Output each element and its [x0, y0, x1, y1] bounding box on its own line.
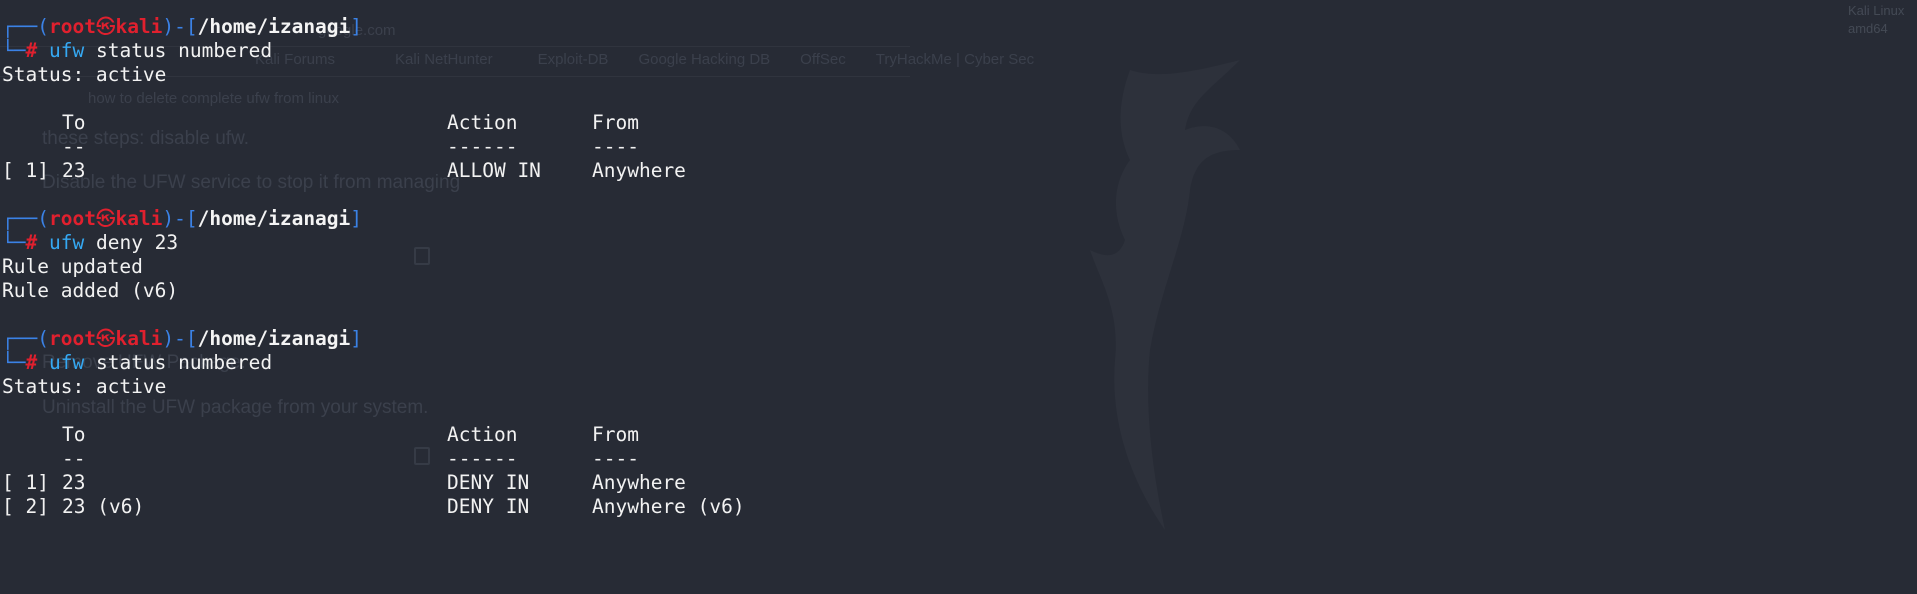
command-line: └─# ufw status numbered: [2, 351, 745, 375]
rule-from: Anywhere (v6): [592, 495, 745, 518]
prompt-user: root: [48, 15, 96, 38]
table-header: To Action From: [2, 423, 745, 447]
col-header-from: From: [592, 423, 639, 446]
ghost-bookmark: TryHackMe | Cyber Sec: [875, 51, 1035, 68]
separator-action: ------: [447, 135, 518, 158]
command-line: └─# ufw deny 23: [2, 231, 745, 255]
prompt-frame: └─: [2, 351, 26, 374]
rule-action: DENY IN: [447, 471, 530, 494]
prompt-frame: └─: [2, 231, 26, 254]
rule-number: [ 1]: [2, 159, 49, 182]
terminal-window[interactable]: google.com Kali Forums Kali NetHunter Expl…: [0, 0, 1917, 594]
rule-to: 23 (v6): [62, 495, 145, 518]
prompt-line: ┌──(root㉿kali)-[/home/izanagi]: [2, 207, 745, 231]
prompt-line: ┌──(root㉿kali)-[/home/izanagi]: [2, 327, 745, 351]
rule-to: 23: [62, 159, 86, 182]
command-output: Rule updated: [2, 255, 143, 278]
prompt-hash: #: [25, 231, 38, 254]
prompt-hash: #: [25, 351, 38, 374]
output-line: Rule updated: [2, 255, 745, 279]
separator-action: ------: [447, 447, 518, 470]
col-header-to: To: [62, 111, 86, 134]
table-row: [ 1] 23 ALLOW IN Anywhere: [2, 159, 745, 183]
rule-action: ALLOW IN: [447, 159, 541, 182]
prompt-frame: )-[: [162, 15, 198, 38]
ghost-bookmark: OffSec: [800, 51, 846, 68]
table-header: To Action From: [2, 111, 745, 135]
table-separator: -- ------ ----: [2, 135, 745, 159]
prompt-frame: ]: [350, 207, 363, 230]
separator-to: --: [62, 447, 86, 470]
terminal-output[interactable]: ┌──(root㉿kali)-[/home/izanagi] └─# ufw st…: [2, 15, 745, 519]
output-line: Rule added (v6): [2, 279, 745, 303]
table-separator: -- ------ ----: [2, 447, 745, 471]
prompt-at-icon: ㉿: [95, 327, 116, 350]
separator-to: --: [62, 135, 86, 158]
prompt-user: root: [48, 327, 96, 350]
prompt-host: kali: [115, 327, 163, 350]
ufw-status: Status: active: [2, 63, 167, 86]
col-header-from: From: [592, 111, 639, 134]
col-header-action: Action: [447, 423, 518, 446]
prompt-host: kali: [115, 207, 163, 230]
command-line: └─# ufw status numbered: [2, 39, 745, 63]
prompt-line: ┌──(root㉿kali)-[/home/izanagi]: [2, 15, 745, 39]
status-line: Status: active: [2, 63, 745, 87]
prompt-frame: )-[: [162, 327, 198, 350]
rule-from: Anywhere: [592, 159, 686, 182]
prompt-frame: ┌──(: [2, 207, 49, 230]
prompt-frame: )-[: [162, 207, 198, 230]
prompt-frame: ┌──(: [2, 15, 49, 38]
prompt-path: /home/izanagi: [197, 327, 351, 350]
command-args: status numbered: [95, 39, 273, 62]
corner-line-1: Kali Linux: [1848, 3, 1905, 18]
rule-number: [ 2]: [2, 495, 49, 518]
command-args: deny 23: [95, 231, 179, 254]
separator-from: ----: [592, 135, 639, 158]
rule-to: 23: [62, 471, 86, 494]
prompt-path: /home/izanagi: [197, 207, 351, 230]
col-header-action: Action: [447, 111, 518, 134]
prompt-frame: ]: [350, 327, 363, 350]
col-header-to: To: [62, 423, 86, 446]
prompt-at-icon: ㉿: [95, 207, 116, 230]
command-args: status numbered: [95, 351, 273, 374]
desktop-corner-label: Kali Linux amd64: [1848, 2, 1904, 38]
command-name: ufw: [48, 39, 85, 62]
command-name: ufw: [48, 351, 85, 374]
prompt-frame: ┌──(: [2, 327, 49, 350]
prompt-path: /home/izanagi: [197, 15, 351, 38]
prompt-frame: └─: [2, 39, 26, 62]
prompt-hash: #: [25, 39, 38, 62]
corner-line-2: amd64: [1848, 21, 1888, 36]
rule-action: DENY IN: [447, 495, 530, 518]
table-row: [ 1] 23 DENY IN Anywhere: [2, 471, 745, 495]
status-line: Status: active: [2, 375, 745, 399]
kali-dragon-watermark-icon: [1090, 60, 1240, 530]
rule-from: Anywhere: [592, 471, 686, 494]
prompt-frame: ]: [350, 15, 363, 38]
rule-number: [ 1]: [2, 471, 49, 494]
command-name: ufw: [48, 231, 85, 254]
ufw-status: Status: active: [2, 375, 167, 398]
prompt-at-icon: ㉿: [95, 15, 116, 38]
separator-from: ----: [592, 447, 639, 470]
prompt-user: root: [48, 207, 96, 230]
prompt-host: kali: [115, 15, 163, 38]
table-row: [ 2] 23 (v6) DENY IN Anywhere (v6): [2, 495, 745, 519]
command-output: Rule added (v6): [2, 279, 179, 302]
